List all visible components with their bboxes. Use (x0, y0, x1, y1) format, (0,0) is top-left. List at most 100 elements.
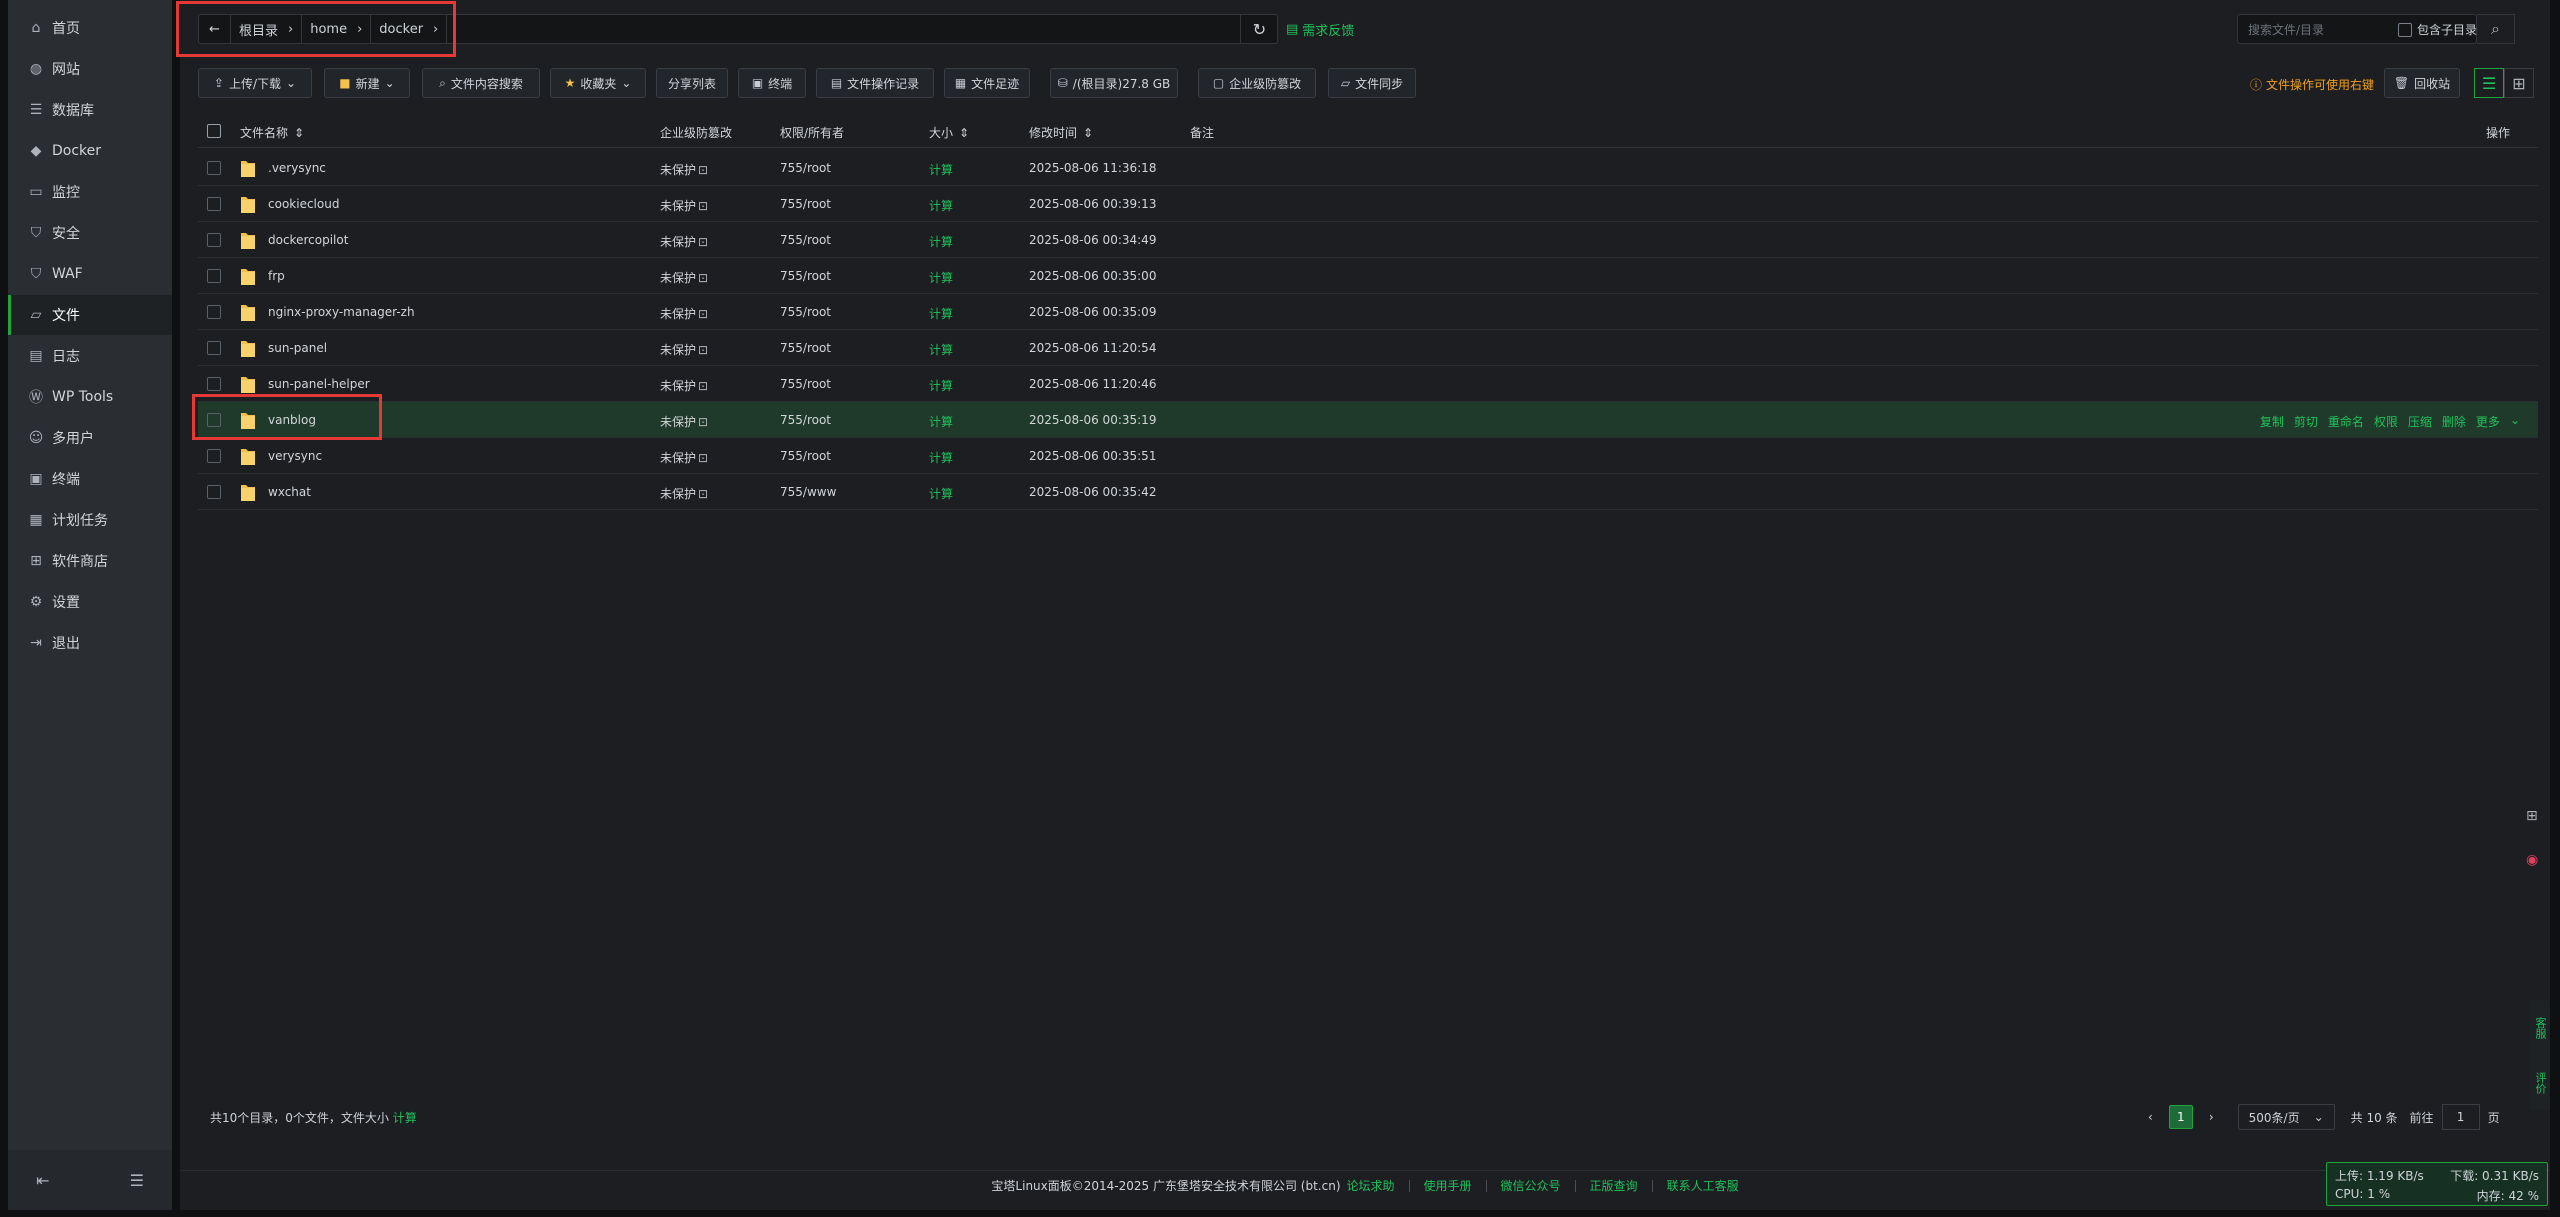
page-number[interactable]: 1 (2168, 1105, 2193, 1129)
disk-button[interactable]: ⛁ /(根目录)27.8 GB (1050, 68, 1178, 98)
file-footprint-button[interactable]: ▦ 文件足迹 (944, 68, 1030, 98)
grid-view-button[interactable]: ⊞ (2504, 68, 2534, 98)
file-name[interactable]: verysync (268, 449, 322, 463)
lock-icon[interactable]: ⊡ (698, 343, 708, 357)
upload-download-button[interactable]: ⇪ 上传/下载 ⌄ (198, 68, 312, 98)
recycle-bin-button[interactable]: 🗑 回收站 (2384, 68, 2460, 98)
file-name[interactable]: dockercopilot (268, 233, 348, 247)
table-row[interactable]: dockercopilot 未保护 ⊡ 755/root 计算 2025-08-06 00… (198, 222, 2538, 258)
permission[interactable]: 755/root (780, 197, 831, 211)
share-list-button[interactable]: 分享列表 (656, 68, 728, 98)
row-checkbox[interactable] (207, 305, 221, 319)
lock-icon[interactable]: ⊡ (698, 379, 708, 393)
table-row[interactable]: wxchat 未保护 ⊡ 755/www 计算 2025-08-06 00:35:42 (198, 474, 2538, 510)
permission[interactable]: 755/root (780, 269, 831, 283)
permission[interactable]: 755/root (780, 377, 831, 391)
row-checkbox[interactable] (207, 233, 221, 247)
lock-icon[interactable]: ⊡ (698, 271, 708, 285)
next-page-icon[interactable]: › (2209, 1110, 2214, 1124)
size-calc-link[interactable]: 计算 (929, 341, 953, 358)
summary-calc-link[interactable]: 计算 (393, 1111, 417, 1125)
row-checkbox[interactable] (207, 449, 221, 463)
page-size-select[interactable]: 500条/页 ⌄ (2237, 1104, 2335, 1130)
row-checkbox[interactable] (207, 161, 221, 175)
size-calc-link[interactable]: 计算 (929, 413, 953, 430)
file-log-button[interactable]: ▤ 文件操作记录 (816, 68, 934, 98)
lock-icon[interactable]: ⊡ (698, 487, 708, 501)
refresh-button[interactable]: ↻ (1240, 14, 1278, 44)
size-calc-link[interactable]: 计算 (929, 377, 953, 394)
table-row[interactable]: verysync 未保护 ⊡ 755/root 计算 2025-08-06 00:35:5… (198, 438, 2538, 474)
sidebar-item-cron[interactable]: ▦ 计划任务 (8, 500, 172, 540)
sidebar-item-terminal[interactable]: ▣ 终端 (8, 459, 172, 499)
sidebar-item-docker[interactable]: ◆ Docker (8, 131, 172, 171)
permission[interactable]: 755/root (780, 161, 831, 175)
sidebar-item-database[interactable]: ☰ 数据库 (8, 90, 172, 130)
permission[interactable]: 755/root (780, 449, 831, 463)
permission[interactable]: 755/root (780, 413, 831, 427)
qrcode-icon[interactable]: ⊞ (2526, 808, 2538, 824)
size-calc-link[interactable]: 计算 (929, 197, 953, 214)
feedback-link[interactable]: ▤ 需求反馈 (1286, 20, 1354, 39)
size-calc-link[interactable]: 计算 (929, 449, 953, 466)
sidebar-item-settings[interactable]: ⚙ 设置 (8, 582, 172, 622)
table-row[interactable]: sun-panel 未保护 ⊡ 755/root 计算 2025-08-06 11:20:… (198, 330, 2538, 366)
sidebar-item-waf[interactable]: ⛉ WAF (8, 254, 172, 294)
sidebar-item-logout[interactable]: ⇥ 退出 (8, 623, 172, 663)
list-view-button[interactable]: ☰ (2474, 68, 2504, 98)
content-search-button[interactable]: ⌕ 文件内容搜索 (422, 68, 540, 98)
forum-link[interactable]: 论坛求助 (1347, 1177, 1395, 1194)
row-checkbox[interactable] (207, 269, 221, 283)
sidebar-item-files[interactable]: ▱ 文件 (8, 295, 172, 335)
sidebar-item-home[interactable]: ⌂ 首页 (8, 8, 172, 48)
file-name[interactable]: sun-panel (268, 341, 327, 355)
license-link[interactable]: 正版查询 (1590, 1177, 1638, 1194)
size-calc-link[interactable]: 计算 (929, 305, 953, 322)
lock-icon[interactable]: ⊡ (698, 235, 708, 249)
file-name[interactable]: cookiecloud (268, 197, 339, 211)
select-all-checkbox[interactable] (207, 124, 221, 138)
terminal-button[interactable]: ▣ 终端 (738, 68, 806, 98)
sidebar-item-wp-tools[interactable]: Ⓦ WP Tools (8, 377, 172, 417)
size-calc-link[interactable]: 计算 (929, 269, 953, 286)
row-checkbox[interactable] (207, 197, 221, 211)
size-calc-link[interactable]: 计算 (929, 161, 953, 178)
search-button[interactable]: ⌕ (2477, 14, 2515, 44)
lock-icon[interactable]: ⊡ (698, 199, 708, 213)
file-name[interactable]: vanblog (268, 413, 316, 427)
breadcrumb-item[interactable]: home › (302, 15, 372, 43)
collapse-icon[interactable]: ⇤ (36, 1171, 49, 1190)
lock-icon[interactable]: ⊡ (698, 307, 708, 321)
file-name[interactable]: frp (268, 269, 285, 283)
size-calc-link[interactable]: 计算 (929, 233, 953, 250)
table-row[interactable]: cookiecloud 未保护 ⊡ 755/root 计算 2025-08-06 00:3… (198, 186, 2538, 222)
include-subdir-checkbox[interactable]: 包含子目录 (2398, 21, 2477, 38)
lock-icon[interactable]: ⊡ (698, 451, 708, 465)
row-checkbox[interactable] (207, 413, 221, 427)
new-button[interactable]: ■ 新建 ⌄ (324, 68, 410, 98)
lock-icon[interactable]: ⊡ (698, 415, 708, 429)
compress-action[interactable]: 压缩 (2408, 413, 2432, 430)
row-checkbox[interactable] (207, 485, 221, 499)
table-row[interactable]: sun-panel-helper 未保护 ⊡ 755/root 计算 2025-08-06… (198, 366, 2538, 402)
file-name[interactable]: wxchat (268, 485, 311, 499)
row-checkbox[interactable] (207, 341, 221, 355)
sidebar-item-security[interactable]: ⛉ 安全 (8, 213, 172, 253)
cut-action[interactable]: 剪切 (2294, 413, 2318, 430)
menu-icon[interactable]: ☰ (130, 1171, 144, 1190)
table-row[interactable]: vanblog 未保护 ⊡ 755/root 计算 2025-08-06 00:35:19… (198, 402, 2538, 438)
lock-icon[interactable]: ⊡ (698, 163, 708, 177)
more-action[interactable]: 更多 (2476, 413, 2500, 430)
permission[interactable]: 755/root (780, 305, 831, 319)
support-link[interactable]: 联系人工客服 (1667, 1177, 1739, 1194)
sidebar-item-website[interactable]: ◍ 网站 (8, 49, 172, 89)
breadcrumb-item[interactable]: docker › (371, 15, 448, 43)
sidebar-item-logs[interactable]: ▤ 日志 (8, 336, 172, 376)
file-name[interactable]: nginx-proxy-manager-zh (268, 305, 415, 319)
file-name[interactable]: .verysync (268, 161, 326, 175)
wechat-link[interactable]: 微信公众号 (1501, 1177, 1561, 1194)
row-checkbox[interactable] (207, 377, 221, 391)
rename-action[interactable]: 重命名 (2328, 413, 2364, 430)
translate-icon[interactable]: ◉ (2526, 852, 2538, 868)
permission[interactable]: 755/root (780, 233, 831, 247)
